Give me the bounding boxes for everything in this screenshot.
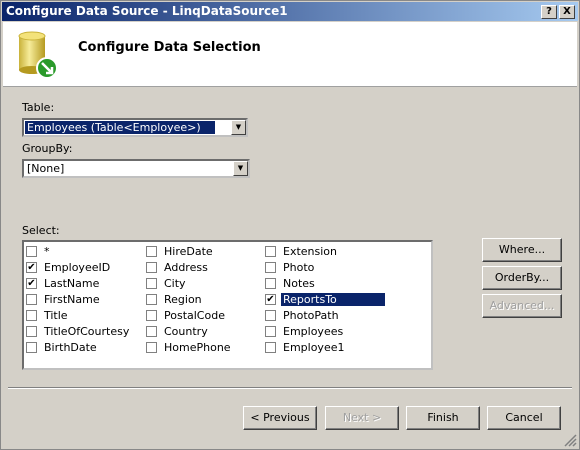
field-item[interactable]: ✔ LastName	[26, 276, 101, 291]
field-checkbox[interactable]: ✔	[26, 262, 37, 273]
field-label: EmployeeID	[44, 261, 111, 274]
field-checkbox[interactable]	[26, 326, 37, 337]
field-item[interactable]: FirstName	[26, 292, 102, 307]
field-checkbox[interactable]	[146, 326, 157, 337]
field-checkbox[interactable]	[146, 278, 157, 289]
field-label: LastName	[44, 277, 100, 290]
finish-button[interactable]: Finish	[406, 406, 480, 430]
field-checkbox[interactable]	[26, 310, 37, 321]
groupby-value: [None]	[27, 162, 65, 175]
cancel-button[interactable]: Cancel	[487, 406, 561, 430]
chevron-down-icon[interactable]: ▼	[231, 120, 246, 135]
field-checkbox[interactable]: ✔	[26, 278, 37, 289]
field-checkbox[interactable]	[146, 262, 157, 273]
field-checkbox[interactable]	[146, 342, 157, 353]
field-item[interactable]: PostalCode	[146, 308, 227, 323]
field-item[interactable]: City	[146, 276, 188, 291]
size-grip-icon[interactable]	[564, 434, 577, 447]
field-label: Notes	[283, 277, 315, 290]
field-item[interactable]: HomePhone	[146, 340, 233, 355]
field-label: Address	[164, 261, 208, 274]
close-button[interactable]: X	[559, 5, 575, 19]
field-label: City	[164, 277, 186, 290]
field-checkbox[interactable]	[26, 246, 37, 257]
where-button[interactable]: Where...	[482, 238, 562, 262]
field-label: Title	[44, 309, 68, 322]
field-label: PhotoPath	[283, 309, 339, 322]
field-label: PostalCode	[164, 309, 225, 322]
groupby-label: GroupBy:	[22, 142, 73, 155]
field-checkbox[interactable]	[265, 246, 276, 257]
field-label: BirthDate	[44, 341, 97, 354]
select-fields-list[interactable]: * ✔ EmployeeID ✔ LastName FirstName Title Title…	[22, 240, 433, 370]
field-label: FirstName	[44, 293, 100, 306]
field-item[interactable]: Employees	[265, 324, 345, 339]
field-label: HomePhone	[164, 341, 231, 354]
table-dropdown[interactable]: Employees (Table<Employee>) ▼	[22, 118, 248, 137]
field-checkbox[interactable]	[265, 278, 276, 289]
field-item[interactable]: HireDate	[146, 244, 215, 259]
title-bar[interactable]: Configure Data Source - LinqDataSource1	[2, 2, 578, 21]
field-checkbox[interactable]	[26, 342, 37, 353]
field-label: TitleOfCourtesy	[44, 325, 130, 338]
field-item[interactable]: ✔ EmployeeID	[26, 260, 112, 275]
field-checkbox[interactable]: ✔	[265, 294, 276, 305]
field-checkbox[interactable]	[265, 326, 276, 337]
next-button: Next >	[325, 406, 399, 430]
help-button[interactable]: ?	[541, 5, 557, 19]
wizard-header: Configure Data Selection	[3, 22, 577, 87]
field-label: *	[44, 245, 50, 258]
field-item[interactable]: Region	[146, 292, 204, 307]
field-checkbox[interactable]	[146, 310, 157, 321]
page-title: Configure Data Selection	[78, 40, 261, 55]
groupby-dropdown[interactable]: [None] ▼	[22, 159, 250, 178]
table-label: Table:	[22, 101, 55, 114]
field-checkbox[interactable]	[146, 294, 157, 305]
field-checkbox[interactable]	[265, 262, 276, 273]
field-checkbox[interactable]	[265, 310, 276, 321]
field-label: Photo	[283, 261, 315, 274]
field-item[interactable]: Country	[146, 324, 210, 339]
field-item[interactable]: ✔ ReportsTo	[265, 292, 385, 307]
database-icon	[18, 31, 58, 79]
field-label: ReportsTo	[281, 293, 385, 306]
field-checkbox[interactable]	[265, 342, 276, 353]
field-item[interactable]: PhotoPath	[265, 308, 341, 323]
advanced-button: Advanced...	[482, 294, 562, 318]
field-label: Employees	[283, 325, 344, 338]
field-item[interactable]: *	[26, 244, 52, 259]
field-item[interactable]: Employee1	[265, 340, 346, 355]
field-label: Employee1	[283, 341, 345, 354]
chevron-down-icon[interactable]: ▼	[233, 161, 248, 176]
field-checkbox[interactable]	[26, 294, 37, 305]
field-label: Extension	[283, 245, 338, 258]
field-item[interactable]: TitleOfCourtesy	[26, 324, 131, 339]
field-label: Country	[164, 325, 208, 338]
field-item[interactable]: Notes	[265, 276, 317, 291]
field-label: Region	[164, 293, 202, 306]
field-item[interactable]: Title	[26, 308, 70, 323]
field-item[interactable]: Address	[146, 260, 210, 275]
field-item[interactable]: Extension	[265, 244, 339, 259]
table-value: Employees (Table<Employee>)	[25, 121, 215, 134]
previous-button[interactable]: < Previous	[243, 406, 317, 430]
field-checkbox[interactable]	[146, 246, 157, 257]
select-label: Select:	[22, 224, 60, 237]
field-label: HireDate	[164, 245, 213, 258]
field-item[interactable]: BirthDate	[26, 340, 99, 355]
field-item[interactable]: Photo	[265, 260, 316, 275]
footer-divider	[8, 387, 572, 389]
orderby-button[interactable]: OrderBy...	[482, 266, 562, 290]
